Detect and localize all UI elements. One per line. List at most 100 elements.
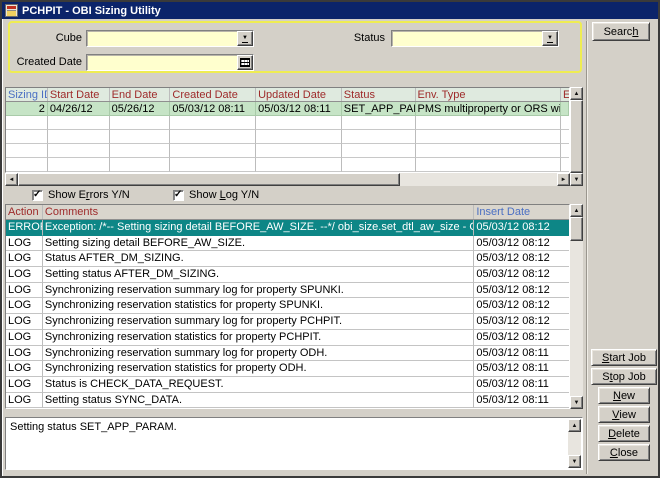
cell-action: LOG xyxy=(6,283,43,299)
cell-action: LOG xyxy=(6,236,43,252)
col-sizing-id[interactable]: Sizing ID xyxy=(6,88,48,101)
log-row[interactable]: LOG Synchronizing reservation summary lo… xyxy=(6,283,569,299)
show-log-checkbox[interactable] xyxy=(173,190,184,201)
stop-job-button[interactable]: Stop Job xyxy=(591,368,657,385)
scroll-up-icon[interactable]: ▲ xyxy=(570,204,583,217)
view-button[interactable]: View xyxy=(598,406,650,423)
log-row[interactable]: LOG Setting status AFTER_DM_SIZING. 05/0… xyxy=(6,267,569,283)
log-row[interactable]: LOG Setting status SYNC_DATA. 05/03/12 0… xyxy=(6,393,569,409)
created-date-input[interactable] xyxy=(86,54,254,71)
cell-end-date: 05/26/12 xyxy=(110,102,171,116)
sizing-table: Sizing ID Start Date End Date Created Da… xyxy=(5,87,583,186)
col-updated-date[interactable]: Updated Date xyxy=(256,88,342,101)
show-errors-label: Show Errors Y/N xyxy=(48,189,130,201)
cube-dropdown-button[interactable]: ▼ xyxy=(237,31,253,46)
empty-cell xyxy=(48,116,110,130)
scroll-right-icon[interactable]: ► xyxy=(557,173,570,186)
sizing-table-empty-row[interactable] xyxy=(6,144,569,158)
cell-action: LOG xyxy=(6,314,43,330)
status-message-box[interactable]: Setting status SET_APP_PARAM. ▲ ▼ xyxy=(5,417,583,470)
title-bar: PCHPIT - OBI Sizing Utility xyxy=(2,2,658,19)
scroll-up-icon[interactable]: ▲ xyxy=(568,419,581,432)
cell-status: SET_APP_PARAM xyxy=(342,102,416,116)
log-row[interactable]: LOG Synchronizing reservation summary lo… xyxy=(6,314,569,330)
vscroll-thumb[interactable] xyxy=(570,100,583,173)
search-button[interactable]: Search xyxy=(592,22,650,41)
empty-cell xyxy=(48,144,110,158)
log-row[interactable]: LOG Synchronizing reservation statistics… xyxy=(6,298,569,314)
cell-insert-date: 05/03/12 08:11 xyxy=(474,361,569,377)
log-row[interactable]: LOG Setting sizing detail BEFORE_AW_SIZE… xyxy=(6,236,569,252)
empty-cell xyxy=(342,158,416,172)
log-row[interactable]: LOG Synchronizing reservation summary lo… xyxy=(6,346,569,362)
sizing-table-empty-row[interactable] xyxy=(6,116,569,130)
empty-cell xyxy=(342,130,416,144)
created-date-label: Created Date xyxy=(14,56,82,68)
cube-combo[interactable]: ▼ xyxy=(86,30,254,47)
close-button[interactable]: Close xyxy=(598,444,650,461)
scroll-down-icon[interactable]: ▼ xyxy=(568,455,581,468)
cell-updated-date: 05/03/12 08:11 xyxy=(256,102,342,116)
col-env-type[interactable]: Env. Type xyxy=(416,88,561,101)
cell-comment: Status is CHECK_DATA_REQUEST. xyxy=(43,377,474,393)
calendar-button[interactable] xyxy=(237,55,253,70)
show-errors-checkbox[interactable] xyxy=(32,190,43,201)
empty-cell xyxy=(6,130,48,144)
scroll-down-icon[interactable]: ▼ xyxy=(570,396,583,409)
log-row[interactable]: LOG Synchronizing reservation statistics… xyxy=(6,361,569,377)
scroll-up-icon[interactable]: ▲ xyxy=(570,87,583,100)
empty-cell xyxy=(561,144,569,158)
empty-cell xyxy=(561,158,569,172)
vscroll-thumb[interactable] xyxy=(570,217,583,241)
sizing-table-hscrollbar[interactable]: ◄ ► xyxy=(5,173,570,186)
sizing-table-row-selected[interactable]: 2 04/26/12 05/26/12 05/03/12 08:11 05/03… xyxy=(6,102,569,116)
delete-button[interactable]: Delete xyxy=(598,425,650,442)
scroll-down-icon[interactable]: ▼ xyxy=(570,173,583,186)
log-table-vscrollbar[interactable]: ▲ ▼ xyxy=(570,204,583,409)
col-created-date[interactable]: Created Date xyxy=(170,88,256,101)
status-combo[interactable]: ▼ xyxy=(391,30,559,47)
col-insert-date[interactable]: Insert Date xyxy=(474,205,569,219)
panel-divider xyxy=(586,21,588,474)
cell-insert-date: 05/03/12 08:12 xyxy=(474,283,569,299)
cell-comment: Setting status AFTER_DM_SIZING. xyxy=(43,267,474,283)
hscroll-thumb[interactable] xyxy=(18,173,400,186)
sizing-table-empty-row[interactable] xyxy=(6,130,569,144)
col-status[interactable]: Status xyxy=(342,88,416,101)
log-row[interactable]: LOG Status is CHECK_DATA_REQUEST. 05/03/… xyxy=(6,377,569,393)
log-row-error[interactable]: ERROR Exception: /*-- Setting sizing det… xyxy=(6,220,569,236)
empty-cell xyxy=(110,116,171,130)
cell-insert-date: 05/03/12 08:11 xyxy=(474,377,569,393)
sizing-table-vscrollbar[interactable]: ▲ ▼ xyxy=(570,87,583,186)
cell-sizing-id: 2 xyxy=(6,102,48,116)
cell-comment: Status AFTER_DM_SIZING. xyxy=(43,251,474,267)
window-title: PCHPIT - OBI Sizing Utility xyxy=(22,5,161,17)
empty-cell xyxy=(170,116,256,130)
col-start-date[interactable]: Start Date xyxy=(48,88,110,101)
message-vscrollbar[interactable]: ▲ ▼ xyxy=(568,419,581,468)
chevron-down-icon: ▼ xyxy=(547,35,553,43)
sizing-table-empty-row[interactable] xyxy=(6,158,569,172)
status-dropdown-button[interactable]: ▼ xyxy=(542,31,558,46)
col-end-date[interactable]: End Date xyxy=(110,88,171,101)
status-message-text: Setting status SET_APP_PARAM. xyxy=(10,421,566,433)
sizing-table-header: Sizing ID Start Date End Date Created Da… xyxy=(6,88,569,102)
empty-cell xyxy=(256,158,342,172)
log-row[interactable]: LOG Synchronizing reservation statistics… xyxy=(6,330,569,346)
cell-insert-date: 05/03/12 08:11 xyxy=(474,393,569,409)
log-row[interactable]: LOG Status AFTER_DM_SIZING. 05/03/12 08:… xyxy=(6,251,569,267)
chevron-down-icon: ▼ xyxy=(242,35,248,43)
col-action[interactable]: Action xyxy=(6,205,43,219)
start-job-button[interactable]: Start Job xyxy=(591,349,657,366)
cell-comment: Synchronizing reservation statistics for… xyxy=(43,361,474,377)
cell-action: LOG xyxy=(6,330,43,346)
new-button[interactable]: New xyxy=(598,387,650,404)
col-comments[interactable]: Comments xyxy=(43,205,474,219)
empty-cell xyxy=(6,158,48,172)
col-e-partial[interactable]: E xyxy=(561,88,569,101)
checkbox-row: Show Errors Y/N Show Log Y/N xyxy=(5,187,583,204)
empty-cell xyxy=(416,130,561,144)
cell-insert-date: 05/03/12 08:12 xyxy=(474,330,569,346)
cell-insert-date: 05/03/12 08:12 xyxy=(474,220,569,236)
scroll-left-icon[interactable]: ◄ xyxy=(5,173,18,186)
